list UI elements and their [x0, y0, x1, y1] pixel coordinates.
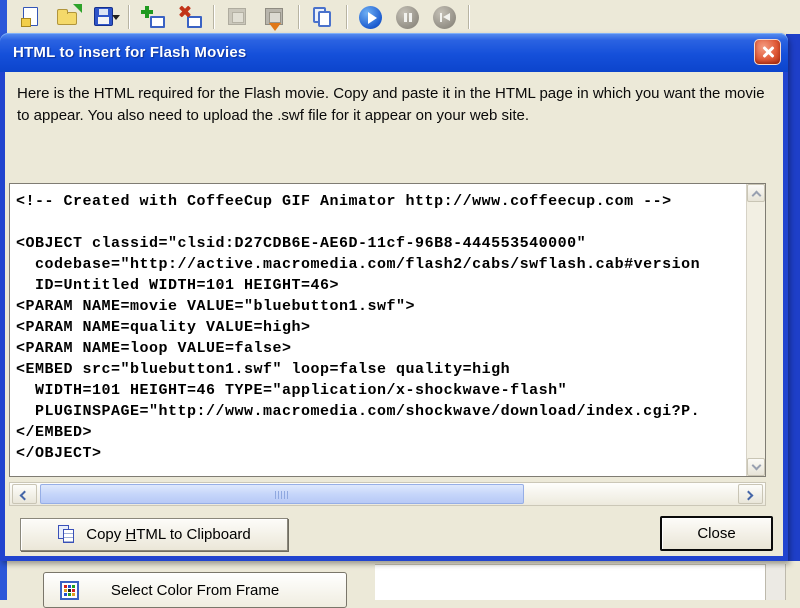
scroll-right-button[interactable] [738, 484, 763, 504]
go-to-first-frame-button[interactable] [431, 4, 459, 31]
save-button[interactable] [91, 4, 120, 31]
toolbar-separator [468, 5, 470, 29]
copy-to-clipboard-icon [57, 524, 77, 545]
background-scrollbar[interactable] [765, 564, 786, 600]
toolbar-separator [213, 5, 215, 29]
duplicate-frame-button[interactable] [309, 4, 337, 31]
go-to-first-frame-icon [433, 5, 456, 29]
copy-button-label: Copy HTML to Clipboard [86, 526, 251, 543]
dialog-close-button[interactable] [754, 39, 781, 65]
duplicate-frame-icon [318, 10, 331, 27]
scroll-thumb-grip [275, 491, 289, 499]
frame-properties-button[interactable] [224, 4, 252, 31]
chevron-down-icon [751, 460, 762, 471]
dialog-title: HTML to insert for Flash Movies [13, 44, 247, 61]
dialog-titlebar: HTML to insert for Flash Movies [0, 33, 788, 72]
new-file-button[interactable] [17, 4, 45, 31]
close-icon [761, 45, 775, 59]
html-code-text[interactable]: <!-- Created with CoffeeCup GIF Animator… [10, 184, 746, 476]
add-frame-button[interactable] [139, 4, 167, 31]
pause-button[interactable] [394, 4, 422, 31]
code-line: </OBJECT> [16, 445, 102, 462]
html-code-box: <!-- Created with CoffeeCup GIF Animator… [9, 183, 766, 477]
code-line: <PARAM NAME=movie VALUE="bluebutton1.swf… [16, 298, 416, 315]
horizontal-scrollbar[interactable] [9, 482, 766, 506]
toolbar-separator [128, 5, 130, 29]
code-line: PLUGINSPAGE="http://www.macromedia.com/s… [16, 403, 701, 420]
scroll-up-button[interactable] [747, 184, 765, 202]
code-line: <EMBED src="bluebutton1.swf" loop=false … [16, 361, 511, 378]
pause-icon [396, 5, 419, 29]
chevron-right-icon [743, 490, 754, 501]
play-button[interactable] [357, 4, 385, 31]
delete-frame-button[interactable] [176, 4, 204, 31]
open-file-button[interactable] [54, 3, 82, 31]
delete-x-icon [178, 5, 191, 18]
code-line: <OBJECT classid="clsid:D27CDB6E-AE6D-11c… [16, 235, 587, 252]
main-window-right-border [786, 33, 800, 600]
toolbar [7, 0, 800, 34]
vertical-scrollbar[interactable] [746, 184, 765, 476]
code-line: <!-- Created with CoffeeCup GIF Animator… [16, 193, 672, 210]
open-arrow-icon [73, 3, 82, 13]
dialog-instructions: Here is the HTML required for the Flash … [17, 85, 765, 124]
save-dropdown-arrow-icon [112, 14, 120, 20]
copy-html-to-clipboard-button[interactable]: Copy HTML to Clipboard [20, 518, 288, 551]
new-file-icon [21, 6, 38, 27]
frame-properties-icon [228, 7, 246, 25]
code-line: <PARAM NAME=quality VALUE=high> [16, 319, 311, 336]
scroll-left-button[interactable] [12, 484, 37, 504]
html-insert-dialog: HTML to insert for Flash Movies Here is … [0, 33, 788, 561]
select-color-button-label: Select Color From Frame [110, 581, 280, 599]
download-arrow-icon [269, 22, 281, 31]
close-button[interactable]: Close [660, 516, 773, 551]
close-button-label: Close [697, 525, 736, 542]
background-app-area: Select Color From Frame [7, 561, 800, 608]
play-icon [359, 5, 382, 29]
scroll-down-button[interactable] [747, 458, 765, 476]
code-line: WIDTH=101 HEIGHT=46 TYPE="application/x-… [16, 382, 568, 399]
code-line: codebase="http://active.macromedia.com/f… [16, 256, 701, 273]
toolbar-separator [346, 5, 348, 29]
open-file-icon [57, 8, 77, 25]
code-line: <PARAM NAME=loop VALUE=false> [16, 340, 292, 357]
export-movie-button[interactable] [261, 4, 289, 31]
select-color-from-frame-button[interactable]: Select Color From Frame [43, 572, 347, 608]
code-line: ID=Untitled WIDTH=101 HEIGHT=46> [16, 277, 340, 294]
code-line: </EMBED> [16, 424, 93, 441]
chevron-left-icon [19, 490, 30, 501]
color-palette-icon [60, 581, 79, 600]
horizontal-scroll-thumb[interactable] [40, 484, 524, 504]
chevron-up-icon [751, 190, 762, 201]
toolbar-separator [298, 5, 300, 29]
add-plus-icon [141, 5, 153, 18]
save-icon [94, 6, 113, 26]
background-panel [375, 564, 767, 600]
